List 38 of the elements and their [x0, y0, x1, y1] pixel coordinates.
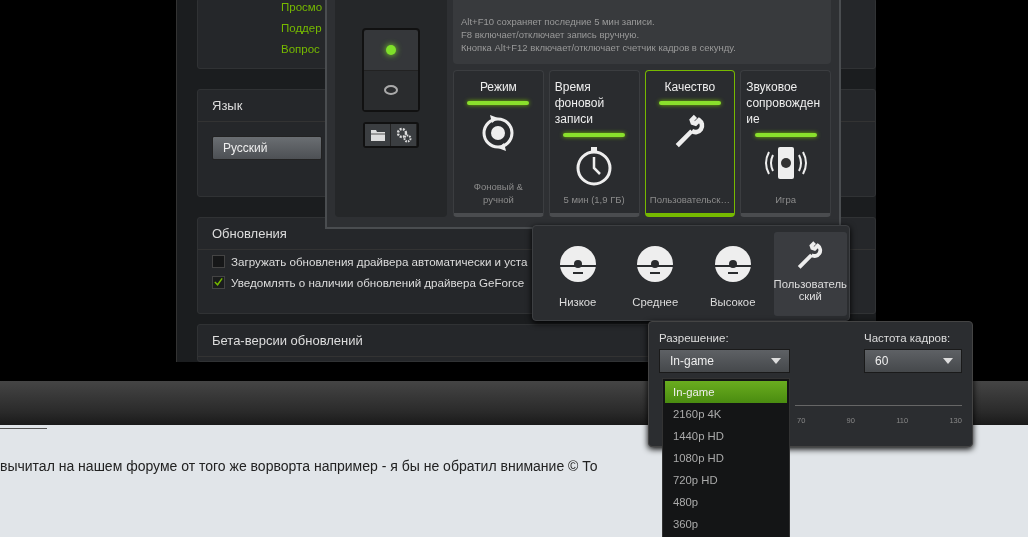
setting-tile[interactable]: Звуковое сопровождение Игра: [740, 70, 831, 217]
power-switch[interactable]: [362, 28, 420, 112]
settings-icon[interactable]: [391, 124, 417, 146]
help-link[interactable]: Просмо: [281, 0, 323, 16]
resolution-option[interactable]: 2160p 4K: [665, 403, 787, 425]
caret-icon: [943, 358, 953, 364]
setting-tile[interactable]: Время фоновой записи 5 мин (1,9 ГБ): [548, 70, 640, 217]
hint-text: Кнопка Alt+F12 включает/отключает счетчик кадров в секунду.: [461, 41, 737, 54]
gauge-icon: [712, 244, 753, 284]
checkbox-label: Уведомлять о наличии обновлений драйвера GeForce: [231, 275, 525, 289]
quality-option[interactable]: Пользовательский: [773, 232, 847, 316]
forum-text: вычитал на нашем форуме от того же ворворта например - я бы не обратил внимание © То: [0, 458, 598, 474]
hint-text: F8 включает/отключает запись вручную.: [461, 28, 641, 41]
tile-value: Пользовательск…: [649, 193, 730, 206]
gauge-icon: [635, 244, 676, 284]
resolution-option[interactable]: 480p: [665, 491, 787, 513]
resolution-option[interactable]: 1440p HD: [665, 425, 787, 447]
hint-text: Alt+F10 сохраняет последние 5 мин записи.: [461, 15, 656, 28]
help-link[interactable]: Вопрос: [281, 41, 320, 58]
tile-value: 5 мин (1,9 ГБ): [563, 193, 625, 206]
checkbox-label: Загружать обновления драйвера автоматически и уста: [231, 254, 528, 268]
fps-dropdown[interactable]: 60: [864, 349, 962, 373]
resolution-option[interactable]: 720p HD: [665, 469, 787, 491]
caret-icon: [771, 358, 781, 364]
resolution-option[interactable]: 360p: [665, 513, 787, 535]
checkbox[interactable]: [212, 254, 225, 268]
language-dropdown[interactable]: Русский: [212, 136, 322, 161]
resolution-dropdown[interactable]: In-game: [659, 349, 790, 373]
checkbox[interactable]: [212, 275, 225, 289]
resolution-label: Разрешение:: [659, 332, 730, 344]
help-link[interactable]: Поддер: [281, 20, 322, 37]
resolution-option[interactable]: 1080p HD: [665, 447, 787, 469]
tile-value: Фоновый & ручной: [472, 180, 524, 206]
folder-icon[interactable]: [365, 124, 391, 146]
setting-tile[interactable]: Качество Пользовательск…: [644, 70, 736, 217]
gauge-icon: [557, 244, 598, 284]
tile-value: Игра: [775, 193, 797, 206]
setting-tile[interactable]: Режим Фоновый & ручной: [453, 70, 544, 217]
